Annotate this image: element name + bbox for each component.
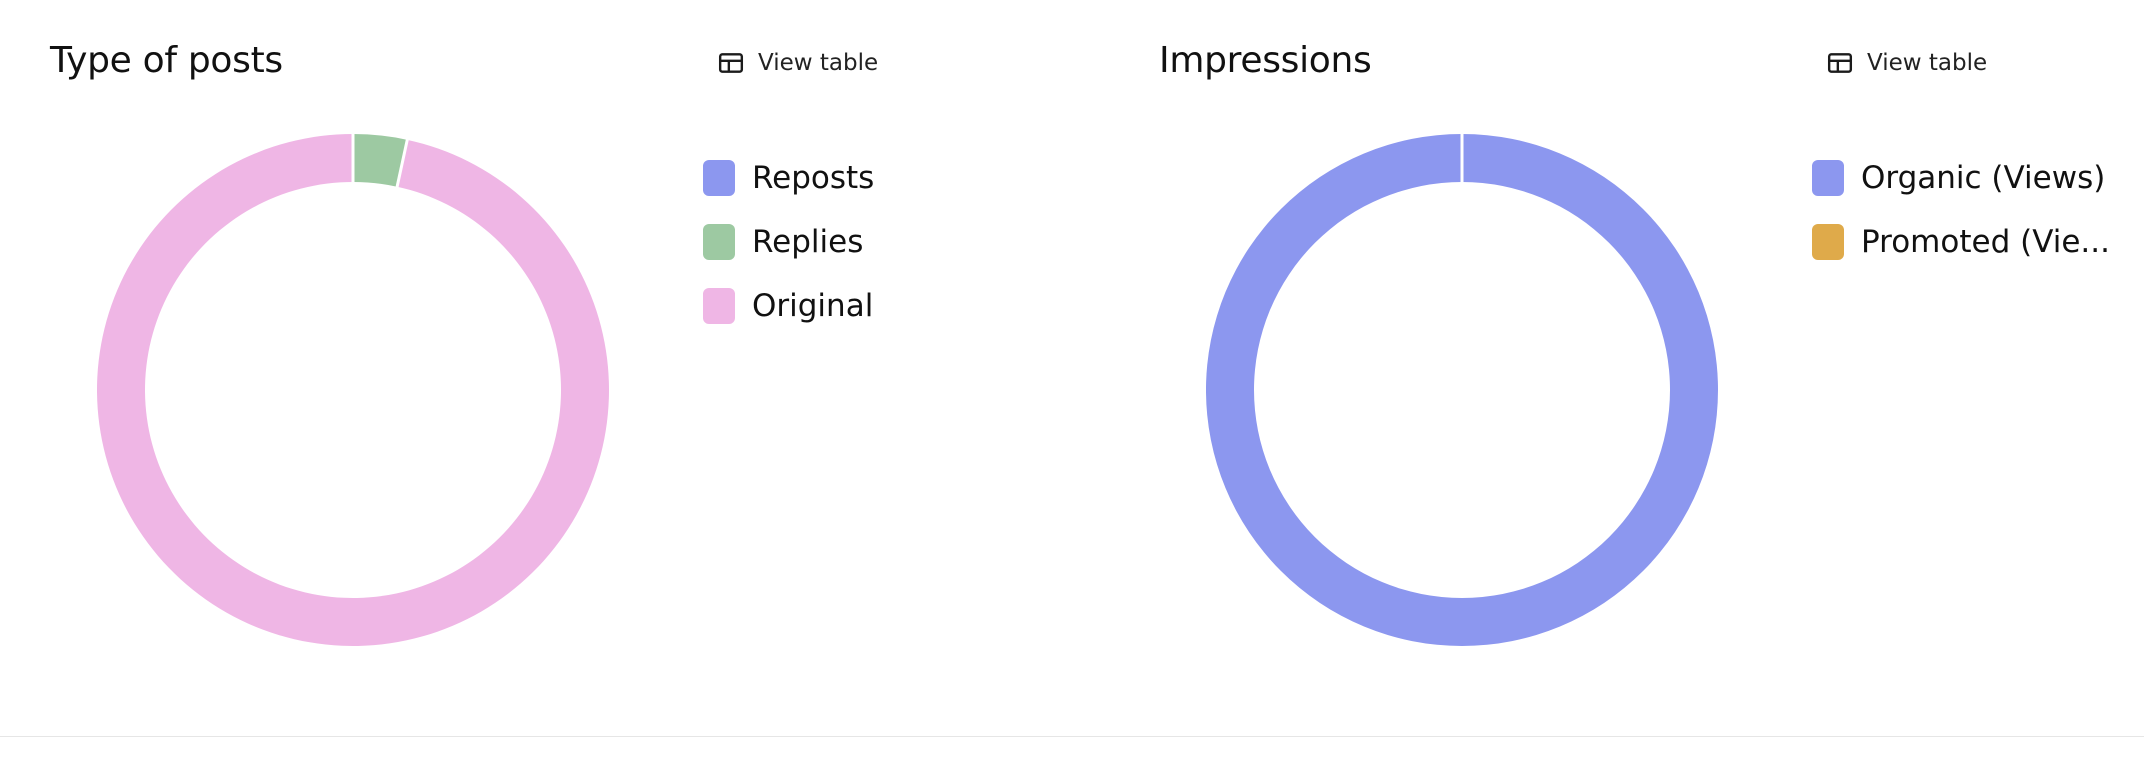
- legend-swatch: [1812, 160, 1844, 196]
- legend-label: Promoted (Vie...: [1861, 224, 2110, 260]
- legend-label: Reposts: [752, 160, 875, 196]
- donut-slice-organic-views[interactable]: [1206, 134, 1718, 646]
- view-table-label: View table: [758, 50, 879, 76]
- table-icon: [1827, 53, 1853, 73]
- legend-item-replies[interactable]: Replies: [703, 218, 1078, 266]
- legend-label: Original: [752, 288, 874, 324]
- legend-swatch: [703, 224, 735, 260]
- chart-legend: Reposts Replies Original: [703, 154, 1078, 346]
- donut-slice-original[interactable]: [97, 134, 609, 646]
- legend-item-organic[interactable]: Organic (Views): [1812, 154, 2144, 202]
- legend-label: Organic (Views): [1861, 160, 2106, 196]
- legend-swatch: [703, 160, 735, 196]
- legend-item-reposts[interactable]: Reposts: [703, 154, 1078, 202]
- chart-title: Type of posts: [50, 40, 283, 81]
- chart-legend: Organic (Views) Promoted (Vie...: [1812, 154, 2144, 282]
- chart-title: Impressions: [1159, 40, 1372, 81]
- legend-swatch: [703, 288, 735, 324]
- chart-panel-impressions: Impressions View table Organic (Views) P…: [1109, 0, 2144, 700]
- view-table-label: View table: [1867, 50, 1988, 76]
- donut-chart: [1206, 132, 1718, 646]
- table-icon: [718, 53, 744, 73]
- donut-chart: [97, 132, 609, 646]
- legend-item-original[interactable]: Original: [703, 282, 1078, 330]
- view-table-button[interactable]: View table: [1827, 50, 1987, 76]
- legend-item-promoted[interactable]: Promoted (Vie...: [1812, 218, 2144, 266]
- view-table-button[interactable]: View table: [718, 50, 878, 76]
- legend-swatch: [1812, 224, 1844, 260]
- legend-label: Replies: [752, 224, 864, 260]
- chart-panel-type-of-posts: Type of posts View table Reposts Replies…: [0, 0, 1100, 700]
- section-divider: [0, 736, 2144, 737]
